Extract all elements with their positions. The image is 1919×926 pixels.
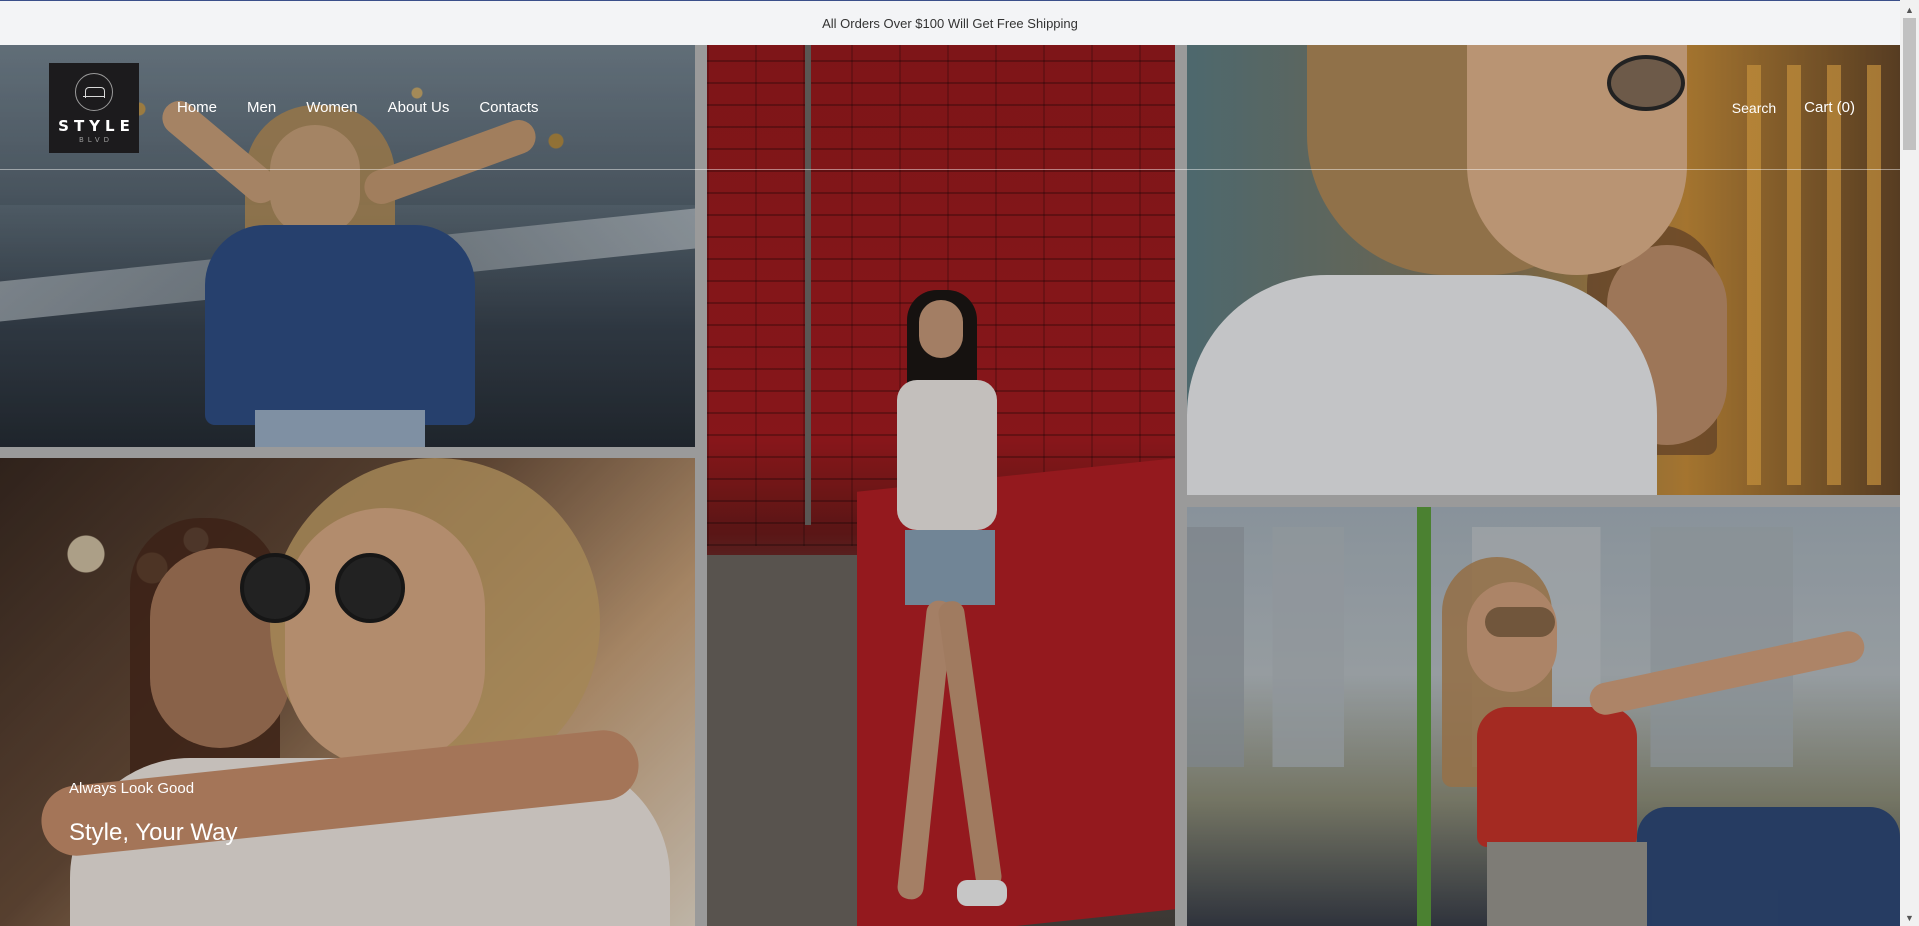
page-scrollbar[interactable]: ▲ ▼ [1900,0,1919,926]
photo-woman-ride[interactable] [1187,507,1900,926]
hero-headline: Style, Your Way [69,819,238,846]
announcement-bar: All Orders Over $100 Will Get Free Shipp… [0,1,1900,45]
announcement-text: All Orders Over $100 Will Get Free Shipp… [822,15,1078,31]
cart-link[interactable]: Cart (0) [1804,99,1855,116]
hanger-icon [75,72,113,111]
main-nav: Home Men Women About Us Contacts [177,99,569,116]
logo-subword: BLVD [78,135,114,144]
scroll-down-arrow-icon[interactable]: ▼ [1900,909,1919,926]
photo-red-wall-girl[interactable] [707,45,1175,926]
utility-nav: Search Cart (0) [1732,99,1855,116]
logo-word: STYLE [58,116,135,135]
header-divider [0,169,1900,170]
scroll-up-arrow-icon[interactable]: ▲ [1900,1,1919,18]
nav-men[interactable]: Men [247,99,276,116]
site-logo[interactable]: STYLE BLVD [49,63,139,153]
nav-about-us[interactable]: About Us [388,99,450,116]
hero-kicker: Always Look Good [69,780,195,797]
nav-contacts[interactable]: Contacts [479,99,538,116]
hero-collage [0,45,1900,926]
nav-home[interactable]: Home [177,99,217,116]
photo-couple[interactable] [0,458,695,926]
search-link[interactable]: Search [1732,100,1776,116]
hero-caption: Always Look Good Style, Your Way [69,780,238,847]
scrollbar-thumb[interactable] [1903,18,1916,150]
nav-women[interactable]: Women [306,99,357,116]
